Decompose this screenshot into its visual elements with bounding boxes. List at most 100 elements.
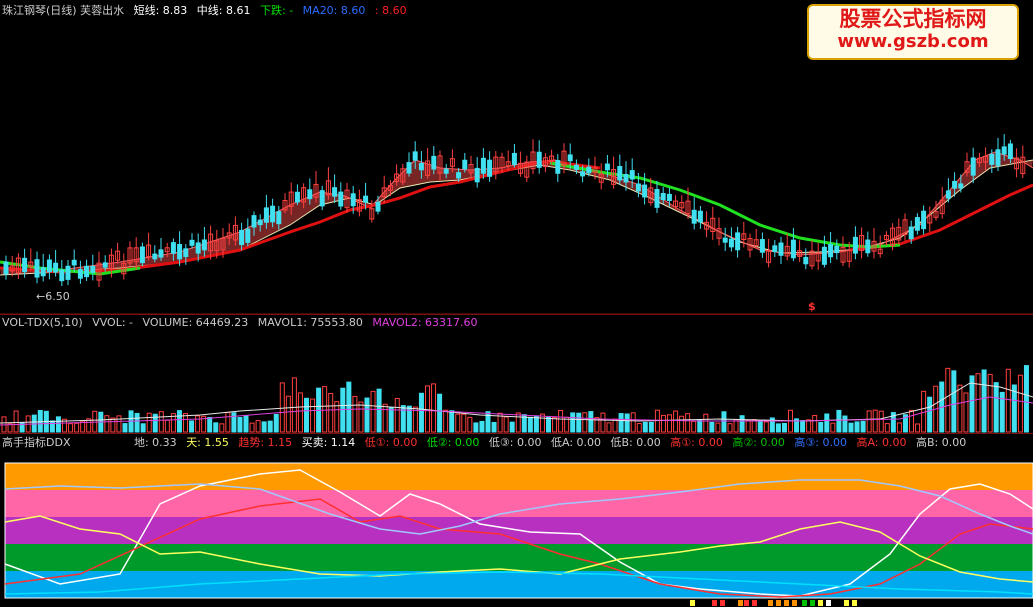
volume-bar [370,390,376,433]
signal-block [792,600,797,606]
volume-bar [721,411,727,433]
candle-body [462,159,468,170]
candle-body [555,160,561,174]
price-pane[interactable]: 珠江钢琴(日线) 芙蓉出水 短线: 8.83 中线: 8.61 下跌: - MA… [0,0,1033,314]
signal-marker: $ [808,300,816,313]
volume-bar [358,401,364,433]
ddx-pane[interactable]: 高手指标DDX 地: 0.33 天: 1.55 趋势: 1.15 买卖: 1.1… [0,434,1033,607]
ma-red-line [849,183,1033,252]
volume-bar [806,419,812,433]
candle-body [487,159,493,177]
volume-bar [122,423,128,433]
volume-bar [993,382,999,433]
candle-body [418,162,424,171]
candle-body [406,162,412,174]
volume-bar [527,416,533,433]
volume-bar [189,420,195,433]
candle-body [642,184,648,198]
candle-body [251,215,257,228]
volume-bar [322,386,328,433]
volume-bar [987,373,993,433]
candle-body [573,164,579,170]
volume-pane[interactable]: VOL-TDX(5,10) VVOL: - VOLUME: 64469.23 M… [0,315,1033,433]
volume-bar [291,377,297,433]
candle-body [828,244,834,258]
volume-bar [963,392,969,433]
volume-bar [176,410,182,433]
volume-bar [110,417,116,433]
volume-bar [884,423,890,433]
candle-body [567,154,573,162]
candle-body [691,209,697,224]
candle-body [629,170,635,180]
volume-bar [612,418,618,433]
candle-body [139,246,145,264]
volume-bar [382,403,388,433]
candle-body [803,256,809,265]
volume-bar [727,423,733,433]
volume-bar [673,410,679,433]
candle-body [332,187,338,197]
candle-body [735,232,741,251]
signal-block [720,600,725,606]
signal-block [818,600,823,606]
candle-body [480,157,486,174]
watermark-logo: 股票公式指标网 www.gszb.com [807,4,1019,60]
volume-bar [219,423,225,433]
candle-body [580,171,586,177]
signal-block [776,600,781,606]
volume-bar [642,421,648,433]
signal-block [810,600,815,606]
candle-body [511,152,517,165]
candle-body [778,242,784,256]
candle-body [623,173,629,183]
candle-body [77,269,83,279]
candle-body [189,239,195,246]
ddx-indicator-chart[interactable] [0,434,1033,607]
volume-bar [848,422,854,433]
candle-body [443,168,449,174]
candle-body [654,188,660,208]
candle-body [821,246,827,265]
candle-body [617,166,623,181]
volume-bar [225,412,231,433]
volume-bar [503,416,509,433]
volume-bar [273,413,279,433]
volume-bar [134,412,140,433]
volume-bar [515,412,521,433]
volume-bar [709,421,715,433]
volume-bar [957,384,963,433]
candle-body [908,226,914,240]
volume-bar [866,410,872,433]
candle-body [722,237,728,243]
low-price-label: ←6.50 [36,290,70,303]
volume-chart[interactable] [0,315,1033,433]
volume-bar [328,392,334,433]
signal-block [784,600,789,606]
volume-bar [558,409,564,433]
volume-bar [437,393,443,433]
volume-bar [231,412,237,433]
ddx-band [5,490,1033,517]
volume-bar [969,375,975,433]
volume-bar [68,423,74,433]
candle-body [34,259,40,278]
volume-bar [509,421,515,433]
candle-body [22,257,28,273]
volume-bar [679,415,685,433]
volume-bar [431,383,437,433]
volume-bar [74,422,80,433]
volume-bar [975,373,981,433]
volume-bar [388,407,394,433]
candle-body [865,239,871,254]
candle-body [90,265,96,273]
volume-bar [1023,365,1029,433]
candle-body [84,265,90,278]
volume-bar [739,415,745,433]
ddx-band [5,544,1033,571]
candle-body [71,259,77,266]
candle-body [1007,143,1013,160]
volume-bar [261,421,267,433]
volume-bar [364,397,370,433]
volume-bar [691,420,697,433]
